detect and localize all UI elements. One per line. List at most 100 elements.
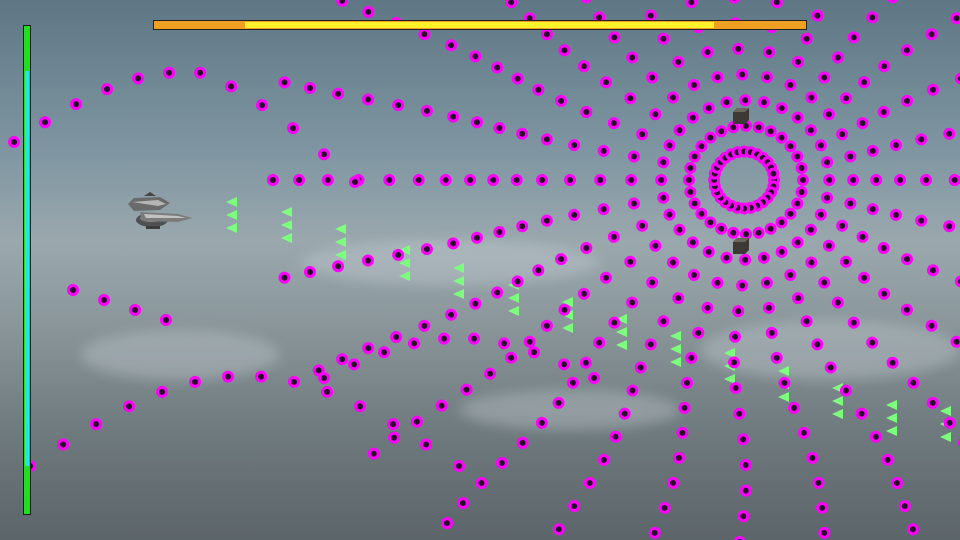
ring-bullet-icon bbox=[568, 208, 581, 221]
ring-bullet-icon bbox=[686, 236, 699, 249]
ring-bullet-icon bbox=[673, 223, 686, 236]
ring-bullet-icon bbox=[516, 220, 529, 233]
ring-bullet-icon bbox=[287, 122, 299, 135]
ring-bullet-icon bbox=[701, 46, 714, 59]
ring-bullet-icon bbox=[609, 430, 622, 443]
ring-bullet-icon bbox=[332, 260, 345, 273]
player-health-bar bbox=[23, 25, 31, 515]
ring-bullet-icon bbox=[797, 426, 810, 439]
ring-bullet-icon bbox=[293, 174, 306, 186]
ring-bullet-icon bbox=[447, 237, 460, 250]
ring-bullet-icon bbox=[943, 127, 956, 140]
ring-bullet-icon bbox=[727, 121, 740, 134]
ring-bullet-icon bbox=[318, 148, 330, 161]
ring-bullet-icon bbox=[222, 370, 234, 383]
boss-health-fill bbox=[245, 22, 715, 28]
ring-bullet-icon bbox=[607, 230, 620, 243]
ring-bullet-icon bbox=[760, 276, 773, 289]
ring-bullet-icon bbox=[676, 426, 689, 439]
ring-bullet-icon bbox=[778, 376, 791, 389]
ring-bullet-icon bbox=[784, 140, 797, 153]
arrow-shot-icon bbox=[778, 366, 789, 376]
ring-bullet-icon bbox=[303, 82, 316, 95]
ring-bullet-icon bbox=[658, 501, 671, 514]
ring-bullet-icon bbox=[189, 375, 201, 388]
ring-bullet-icon bbox=[511, 275, 524, 288]
ring-bullet-icon bbox=[925, 28, 938, 41]
ring-bullet-icon bbox=[266, 174, 279, 186]
ring-bullet-icon bbox=[540, 214, 553, 227]
ring-bullet-icon bbox=[447, 110, 460, 123]
arrow-shot-icon bbox=[226, 223, 237, 233]
ring-bullet-icon bbox=[816, 501, 829, 514]
ring-bullet-icon bbox=[439, 174, 452, 186]
ring-bullet-icon bbox=[332, 87, 345, 100]
ring-bullet-icon bbox=[163, 66, 175, 79]
ring-bullet-icon bbox=[684, 186, 697, 199]
ring-bullet-icon bbox=[101, 83, 113, 96]
ring-bullet-icon bbox=[762, 46, 775, 59]
ring-bullet-icon bbox=[505, 351, 518, 364]
ring-bullet-icon bbox=[818, 71, 831, 84]
arrow-shot-icon bbox=[226, 197, 237, 207]
ring-bullet-icon bbox=[804, 223, 817, 236]
ring-bullet-icon bbox=[847, 316, 860, 329]
ring-bullet-icon bbox=[418, 28, 431, 41]
ring-bullet-icon bbox=[390, 331, 403, 344]
ring-bullet-icon bbox=[732, 305, 745, 318]
ring-bullet-icon bbox=[814, 208, 827, 221]
ring-bullet-icon bbox=[678, 401, 691, 414]
ring-bullet-icon bbox=[720, 96, 733, 109]
ring-bullet-icon bbox=[644, 9, 657, 22]
ring-bullet-icon bbox=[361, 93, 374, 106]
ring-bullet-icon bbox=[90, 418, 102, 431]
ring-bullet-icon bbox=[588, 372, 600, 384]
ring-bullet-icon bbox=[98, 294, 110, 306]
player-airship-icon[interactable] bbox=[128, 192, 192, 229]
ring-bullet-icon bbox=[580, 105, 593, 118]
ring-bullet-icon bbox=[57, 438, 69, 451]
ring-bullet-icon bbox=[950, 335, 960, 348]
ring-bullet-icon bbox=[540, 28, 553, 41]
ring-bullet-icon bbox=[516, 127, 529, 140]
ring-bullet-icon bbox=[469, 50, 482, 63]
turret-block-icon[interactable] bbox=[733, 238, 749, 254]
ring-bullet-icon bbox=[362, 5, 375, 18]
turret-block-icon[interactable] bbox=[733, 108, 749, 124]
ring-bullet-icon bbox=[626, 51, 639, 64]
ring-bullet-icon bbox=[704, 216, 717, 229]
ring-bullet-icon bbox=[739, 94, 752, 107]
ring-bullet-icon bbox=[67, 284, 79, 296]
ring-bullet-icon bbox=[493, 226, 506, 239]
ring-bullet-icon bbox=[649, 108, 662, 121]
ring-bullet-icon bbox=[943, 416, 956, 429]
arrow-shot-icon bbox=[281, 207, 292, 217]
ring-bullet-icon bbox=[464, 174, 477, 186]
ring-bullet-icon bbox=[568, 139, 581, 152]
ring-bullet-icon bbox=[558, 303, 571, 316]
ring-bullet-icon bbox=[688, 197, 701, 210]
ring-bullet-icon bbox=[787, 401, 800, 414]
arrow-shot-icon bbox=[886, 426, 897, 436]
ring-bullet-icon bbox=[684, 161, 697, 174]
ring-bullet-icon bbox=[418, 319, 431, 332]
ring-bullet-icon bbox=[767, 167, 780, 180]
ring-bullet-icon bbox=[687, 269, 700, 282]
ring-bullet-icon bbox=[840, 255, 853, 268]
ring-bullet-icon bbox=[453, 460, 465, 472]
ring-bullet-icon bbox=[566, 376, 579, 389]
ring-bullet-icon bbox=[663, 139, 676, 152]
ring-bullet-icon bbox=[655, 174, 668, 186]
ring-bullet-icon bbox=[420, 104, 433, 117]
ring-bullet-icon bbox=[469, 297, 482, 310]
ring-bullet-icon bbox=[460, 383, 473, 396]
ring-bullet-icon bbox=[361, 254, 374, 267]
ring-bullet-icon bbox=[906, 523, 919, 536]
ring-bullet-icon bbox=[493, 121, 506, 134]
ring-bullet-icon bbox=[555, 94, 568, 107]
ring-bullet-icon bbox=[822, 108, 835, 121]
ring-bullet-icon bbox=[194, 66, 206, 79]
ring-bullet-icon bbox=[132, 72, 144, 85]
ring-bullet-icon bbox=[792, 292, 805, 305]
ring-bullet-icon bbox=[695, 140, 708, 153]
